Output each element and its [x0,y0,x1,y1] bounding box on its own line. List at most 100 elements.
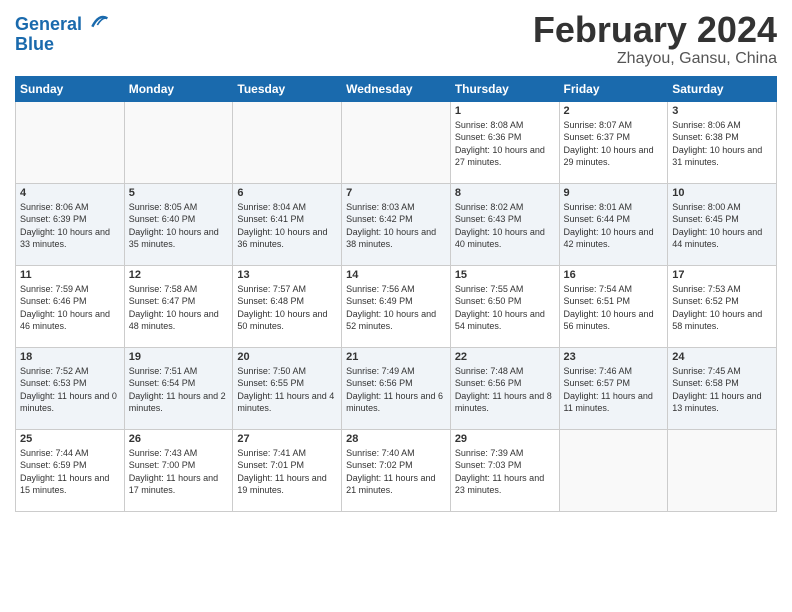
week-row-0: 1 Sunrise: 8:08 AMSunset: 6:36 PMDaylight… [16,101,777,183]
day-info: Sunrise: 8:03 AMSunset: 6:42 PMDaylight:… [346,201,446,251]
day-number: 12 [129,269,229,281]
day-number: 29 [455,433,555,445]
logo-text: General [15,10,109,35]
daylight-hours: Daylight: 10 hours and 58 minutes. [672,309,762,332]
daylight-hours: Daylight: 10 hours and 31 minutes. [672,145,762,168]
daylight-hours: Daylight: 11 hours and 2 minutes. [129,391,226,414]
daylight-hours: Daylight: 10 hours and 44 minutes. [672,227,762,250]
day-info: Sunrise: 7:53 AMSunset: 6:52 PMDaylight:… [672,283,772,333]
header-sunday: Sunday [16,76,125,101]
table-row: 3Sunrise: 8:06 AMSunset: 6:38 PMDaylight… [668,101,777,183]
day-number: 22 [455,351,555,363]
day-number: 2 [564,105,664,117]
table-row: 10 Sunrise: 8:00 AMSunset: 6:45 PMDayligh… [668,183,777,265]
logo-line1: General [15,14,82,34]
week-row-1: 4 Sunrise: 8:06 AMSunset: 6:39 PMDaylight… [16,183,777,265]
table-row: 14Sunrise: 7:56 AMSunset: 6:49 PMDayligh… [342,265,451,347]
day-info: Sunrise: 7:46 AMSunset: 6:57 PMDaylight:… [564,365,664,415]
daylight-hours: Daylight: 11 hours and 0 minutes. [20,391,117,414]
table-row [233,101,342,183]
day-number: 6 [237,187,337,199]
day-number: 4 [20,187,120,199]
daylight-hours: Daylight: 10 hours and 35 minutes. [129,227,219,250]
day-info: Sunrise: 7:54 AMSunset: 6:51 PMDaylight:… [564,283,664,333]
table-row: 8Sunrise: 8:02 AMSunset: 6:43 PMDaylight… [450,183,559,265]
header-thursday: Thursday [450,76,559,101]
header-wednesday: Wednesday [342,76,451,101]
day-number: 13 [237,269,337,281]
daylight-hours: Daylight: 10 hours and 33 minutes. [20,227,110,250]
header-tuesday: Tuesday [233,76,342,101]
day-info: Sunrise: 7:56 AMSunset: 6:49 PMDaylight:… [346,283,446,333]
daylight-hours: Daylight: 10 hours and 52 minutes. [346,309,436,332]
table-row: 22 Sunrise: 7:48 AMSunset: 6:56 PMDayligh… [450,347,559,429]
table-row: 2 Sunrise: 8:07 AMSunset: 6:37 PMDaylight… [559,101,668,183]
daylight-hours: Daylight: 10 hours and 38 minutes. [346,227,436,250]
table-row: 23 Sunrise: 7:46 AMSunset: 6:57 PMDayligh… [559,347,668,429]
header-friday: Friday [559,76,668,101]
day-info: Sunrise: 8:00 AMSunset: 6:45 PMDaylight:… [672,201,772,251]
week-row-3: 18Sunrise: 7:52 AMSunset: 6:53 PMDayligh… [16,347,777,429]
day-number: 28 [346,433,446,445]
day-info: Sunrise: 7:48 AMSunset: 6:56 PMDaylight:… [455,365,555,415]
table-row: 26Sunrise: 7:43 AMSunset: 7:00 PMDayligh… [124,429,233,511]
day-number: 8 [455,187,555,199]
table-row: 13 Sunrise: 7:57 AMSunset: 6:48 PMDayligh… [233,265,342,347]
week-row-4: 25Sunrise: 7:44 AMSunset: 6:59 PMDayligh… [16,429,777,511]
table-row [124,101,233,183]
daylight-hours: Daylight: 10 hours and 40 minutes. [455,227,545,250]
day-info: Sunrise: 8:06 AMSunset: 6:39 PMDaylight:… [20,201,120,251]
day-info: Sunrise: 7:50 AMSunset: 6:55 PMDaylight:… [237,365,337,415]
day-info: Sunrise: 8:06 AMSunset: 6:38 PMDaylight:… [672,119,772,169]
daylight-hours: Daylight: 11 hours and 23 minutes. [455,473,544,496]
day-info: Sunrise: 7:57 AMSunset: 6:48 PMDaylight:… [237,283,337,333]
day-number: 23 [564,351,664,363]
day-number: 1 [455,105,555,117]
table-row: 9Sunrise: 8:01 AMSunset: 6:44 PMDaylight… [559,183,668,265]
calendar-table: Sunday Monday Tuesday Wednesday Thursday… [15,76,777,512]
day-info: Sunrise: 8:08 AMSunset: 6:36 PMDaylight:… [455,119,555,169]
table-row: 21 Sunrise: 7:49 AMSunset: 6:56 PMDayligh… [342,347,451,429]
day-number: 10 [672,187,772,199]
day-number: 15 [455,269,555,281]
location: Zhayou, Gansu, China [533,50,777,68]
table-row: 17 Sunrise: 7:53 AMSunset: 6:52 PMDayligh… [668,265,777,347]
header-saturday: Saturday [668,76,777,101]
logo: General Blue [15,10,109,55]
daylight-hours: Daylight: 10 hours and 54 minutes. [455,309,545,332]
page: General Blue February 2024 Zhayou, Gansu… [0,0,792,612]
day-number: 20 [237,351,337,363]
day-number: 5 [129,187,229,199]
daylight-hours: Daylight: 11 hours and 17 minutes. [129,473,218,496]
day-info: Sunrise: 8:05 AMSunset: 6:40 PMDaylight:… [129,201,229,251]
table-row: 25Sunrise: 7:44 AMSunset: 6:59 PMDayligh… [16,429,125,511]
daylight-hours: Daylight: 11 hours and 15 minutes. [20,473,109,496]
daylight-hours: Daylight: 10 hours and 50 minutes. [237,309,327,332]
day-info: Sunrise: 8:07 AMSunset: 6:37 PMDaylight:… [564,119,664,169]
day-info: Sunrise: 7:41 AMSunset: 7:01 PMDaylight:… [237,447,337,497]
table-row: 29 Sunrise: 7:39 AMSunset: 7:03 PMDayligh… [450,429,559,511]
day-number: 16 [564,269,664,281]
table-row: 1 Sunrise: 8:08 AMSunset: 6:36 PMDaylight… [450,101,559,183]
day-number: 21 [346,351,446,363]
day-info: Sunrise: 7:49 AMSunset: 6:56 PMDaylight:… [346,365,446,415]
table-row: 7Sunrise: 8:03 AMSunset: 6:42 PMDaylight… [342,183,451,265]
day-info: Sunrise: 7:58 AMSunset: 6:47 PMDaylight:… [129,283,229,333]
table-row: 15Sunrise: 7:55 AMSunset: 6:50 PMDayligh… [450,265,559,347]
table-row: 24Sunrise: 7:45 AMSunset: 6:58 PMDayligh… [668,347,777,429]
table-row [16,101,125,183]
daylight-hours: Daylight: 11 hours and 11 minutes. [564,391,653,414]
day-number: 17 [672,269,772,281]
header: General Blue February 2024 Zhayou, Gansu… [15,10,777,68]
day-info: Sunrise: 7:45 AMSunset: 6:58 PMDaylight:… [672,365,772,415]
day-info: Sunrise: 7:40 AMSunset: 7:02 PMDaylight:… [346,447,446,497]
daylight-hours: Daylight: 10 hours and 29 minutes. [564,145,654,168]
day-info: Sunrise: 7:39 AMSunset: 7:03 PMDaylight:… [455,447,555,497]
title-block: February 2024 Zhayou, Gansu, China [533,10,777,68]
day-info: Sunrise: 8:04 AMSunset: 6:41 PMDaylight:… [237,201,337,251]
table-row: 6 Sunrise: 8:04 AMSunset: 6:41 PMDaylight… [233,183,342,265]
table-row [559,429,668,511]
day-number: 18 [20,351,120,363]
day-info: Sunrise: 8:01 AMSunset: 6:44 PMDaylight:… [564,201,664,251]
daylight-hours: Daylight: 10 hours and 48 minutes. [129,309,219,332]
